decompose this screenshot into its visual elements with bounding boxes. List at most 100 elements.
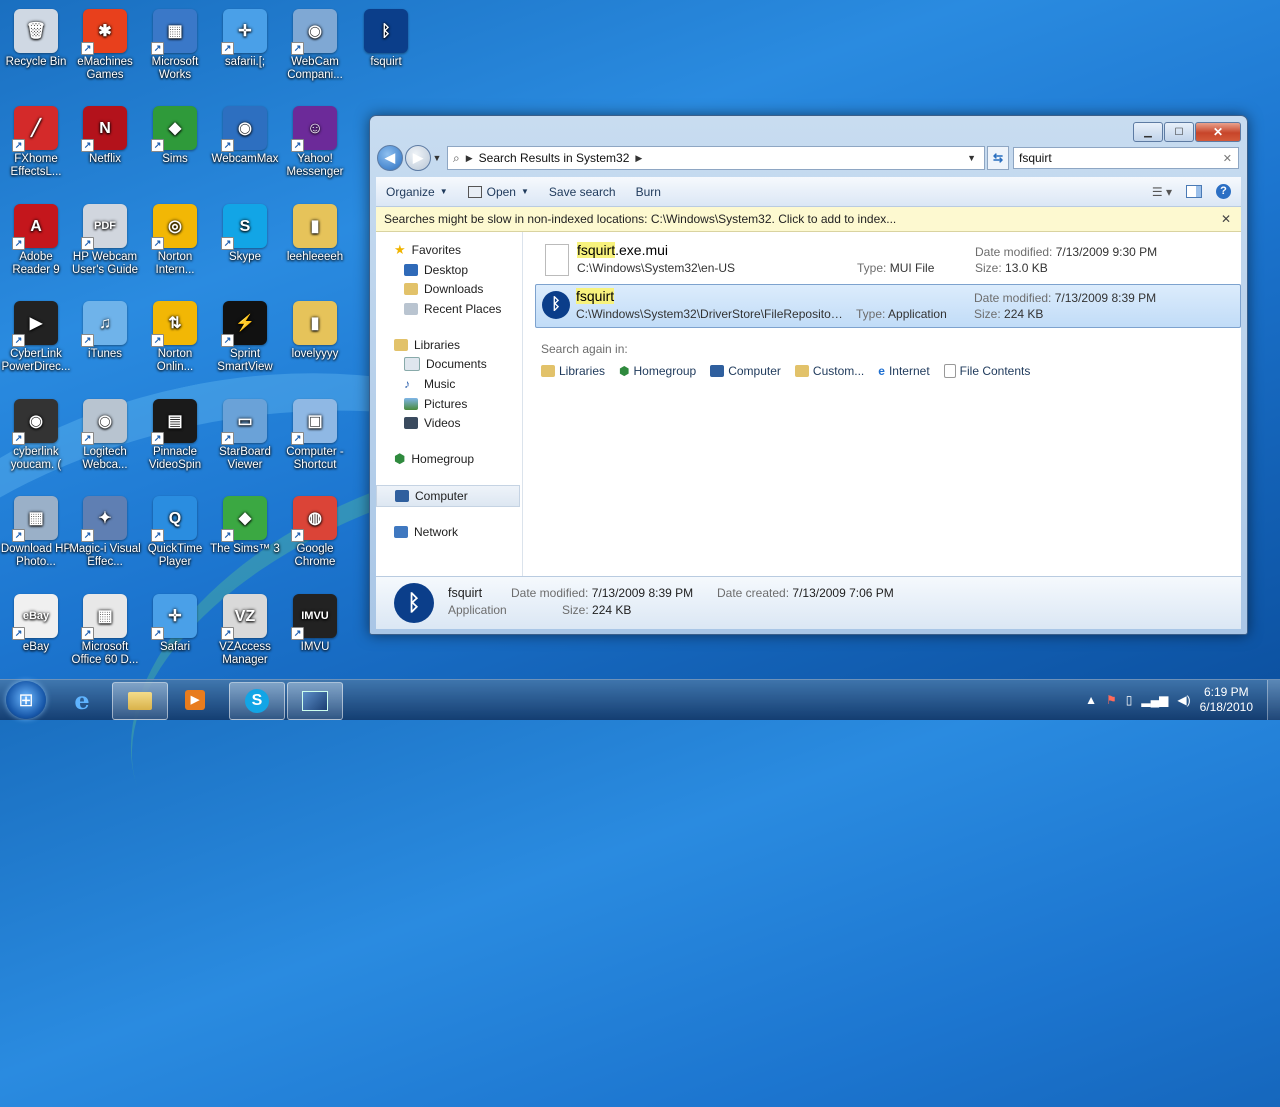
desktop-icon-item[interactable]: ✛ ↗ Safari [139, 590, 211, 654]
desktop-icon-item[interactable]: ▤ ↗ Pinnacle VideoSpin [139, 395, 211, 472]
desktop-icon-item[interactable]: ▦ ↗ Download HP Photo... [0, 492, 72, 569]
nav-desktop[interactable]: Desktop [376, 260, 522, 280]
clock[interactable]: 6:19 PM 6/18/2010 [1200, 685, 1253, 715]
burn-button[interactable]: Burn [626, 185, 671, 199]
desktop-icon-label: Sims [162, 153, 188, 165]
info-bar-text[interactable]: Searches might be slow in non-indexed lo… [384, 212, 896, 226]
nav-music[interactable]: ♪ Music [376, 374, 522, 394]
nav-videos[interactable]: Videos [376, 414, 522, 434]
desktop-icon-item[interactable]: PDF ↗ HP Webcam User's Guide [69, 200, 141, 277]
search-input[interactable]: fsquirt [1019, 151, 1052, 165]
desktop-icon-item[interactable]: S ↗ Skype [209, 200, 281, 264]
desktop-icon-item[interactable]: ◉ ↗ Logitech Webca... [69, 395, 141, 472]
microsoft-works-icon: ▦ ↗ [151, 9, 197, 55]
forward-button[interactable]: ▶ [405, 145, 431, 171]
desktop-icon-item[interactable]: ✛ ↗ safarii.[; [209, 5, 281, 69]
nav-network[interactable]: Network [376, 523, 522, 543]
documents-icon [404, 357, 420, 372]
close-info-bar-icon[interactable]: ✕ [1221, 212, 1231, 226]
desktop-icon-item[interactable]: ✱ ↗ eMachines Games [69, 5, 141, 82]
desktop-icon-item[interactable]: ◎ ↗ Norton Intern... [139, 200, 211, 277]
save-search-button[interactable]: Save search [539, 185, 626, 199]
desktop-icon-item[interactable]: ◉ ↗ WebCam Compani... [279, 5, 351, 82]
taskbar-internet-explorer[interactable]: e [55, 682, 109, 718]
taskbar-skype[interactable]: S [229, 682, 285, 720]
search-again-libraries[interactable]: Libraries [541, 364, 605, 378]
breadcrumb[interactable]: Search Results in System32 [479, 151, 630, 165]
action-center-icon[interactable]: ⚑ [1106, 693, 1117, 707]
desktop-icon-item[interactable]: ▣ ↗ Computer - Shortcut [279, 395, 351, 472]
taskbar-media-player[interactable]: ▶ [168, 682, 222, 718]
desktop-icon-item[interactable]: N ↗ Netflix [69, 102, 141, 166]
option-label: Computer [728, 364, 781, 378]
desktop-icon-item[interactable]: ✦ ↗ Magic-i Visual Effec... [69, 492, 141, 569]
taskbar-windows-explorer[interactable] [112, 682, 168, 720]
minimize-button[interactable]: ▁ [1133, 122, 1163, 142]
desktop-icon-item[interactable]: ⇅ ↗ Norton Onlin... [139, 297, 211, 374]
taskbar-starboard[interactable] [287, 682, 343, 720]
desktop-icon-item[interactable]: VZ ↗ VZAccess Manager [209, 590, 281, 667]
nav-documents[interactable]: Documents [376, 354, 522, 374]
desktop-icon-item[interactable]: ◉ ↗ cyberlink youcam. ( [0, 395, 72, 472]
desktop-icon-item[interactable]: ♫ ↗ iTunes [69, 297, 141, 361]
file-date-modified: Date modified: 7/13/2009 8:39 PM [974, 291, 1157, 305]
show-hidden-icons[interactable]: ▲ [1085, 693, 1097, 707]
address-dropdown-icon[interactable]: ▼ [967, 153, 976, 163]
nav-computer[interactable]: Computer [376, 484, 520, 507]
desktop-icon-item[interactable]: ⚡ ↗ Sprint SmartView [209, 297, 281, 374]
info-bar[interactable]: Searches might be slow in non-indexed lo… [376, 207, 1241, 232]
desktop-icon-item[interactable]: ☺ ↗ Yahoo! Messenger [279, 102, 351, 179]
chevron-right-icon[interactable]: ▶ [466, 153, 473, 164]
search-again-internet[interactable]: e Internet [878, 364, 929, 378]
show-desktop-button[interactable] [1267, 680, 1280, 720]
search-again-custom[interactable]: Custom... [794, 364, 864, 378]
desktop-icon-item[interactable]: ▭ ↗ StarBoard Viewer [209, 395, 281, 472]
recent-pages-dropdown[interactable]: ▼ [431, 153, 443, 163]
nav-downloads[interactable]: Downloads [376, 279, 522, 299]
nav-pictures[interactable]: Pictures [376, 394, 522, 414]
clear-search-icon[interactable]: ✕ [1223, 152, 1232, 165]
address-bar[interactable]: ⌕ ▶ Search Results in System32 ▶ ▼ [447, 146, 985, 170]
back-button[interactable]: ◀ [377, 145, 403, 171]
desktop-icon-item[interactable]: A ↗ Adobe Reader 9 [0, 200, 72, 277]
open-button[interactable]: Open ▼ [458, 185, 539, 199]
preview-pane-icon[interactable] [1186, 185, 1202, 198]
desktop-icon-item[interactable]: ◆ ↗ Sims [139, 102, 211, 166]
desktop-icon-item[interactable]: ▮ lovelyyyy [279, 297, 351, 361]
battery-icon[interactable]: ▯ [1126, 693, 1133, 707]
chevron-right-icon[interactable]: ▶ [635, 153, 642, 164]
view-options-icon[interactable]: ☰ ▾ [1152, 185, 1172, 199]
desktop-icon-item[interactable]: ◉ ↗ WebcamMax [209, 102, 281, 166]
desktop-icon-item[interactable]: ◆ ↗ The Sims™ 3 [209, 492, 281, 556]
result-row-selected[interactable]: ᛒ fsquirt C:\Windows\System32\DriverStor… [535, 284, 1241, 328]
help-icon[interactable]: ? [1216, 184, 1231, 199]
desktop-icon-item[interactable]: IMVU ↗ IMVU [279, 590, 351, 654]
close-button[interactable]: ✕ [1195, 122, 1241, 142]
start-button[interactable]: ⊞ [6, 681, 46, 719]
refresh-button[interactable]: ⇆ [987, 146, 1009, 170]
desktop-icon-item[interactable]: ᛒ fsquirt [350, 5, 422, 69]
desktop-icon-item[interactable]: ▦ ↗ Microsoft Office 60 D... [69, 590, 141, 667]
desktop-icon-item[interactable]: Q ↗ QuickTime Player [139, 492, 211, 569]
nav-libraries[interactable]: Libraries [376, 335, 522, 355]
search-again-file-contents[interactable]: File Contents [943, 364, 1030, 378]
nav-recent-places[interactable]: Recent Places [376, 299, 522, 319]
organize-button[interactable]: Organize ▼ [376, 185, 458, 199]
desktop-icon-item[interactable]: ▦ ↗ Microsoft Works [139, 5, 211, 82]
desktop-icon-item[interactable]: eBay ↗ eBay [0, 590, 72, 654]
maximize-button[interactable]: ☐ [1164, 122, 1194, 142]
network-signal-icon[interactable]: ▂▄▆ [1141, 693, 1168, 707]
desktop-icon-item[interactable]: ╱ ↗ FXhome EffectsL... [0, 102, 72, 179]
desktop-icon-item[interactable]: ▮ leehleeeeh [279, 200, 351, 264]
volume-icon[interactable]: ◀) [1177, 693, 1190, 707]
desktop-icon-item[interactable]: ▶ ↗ CyberLink PowerDirec... [0, 297, 72, 374]
result-row[interactable]: fsquirt.exe.mui C:\Windows\System32\en-U… [537, 239, 1241, 281]
nav-homegroup[interactable]: ⬢ Homegroup [376, 449, 522, 469]
search-box[interactable]: fsquirt ✕ [1013, 147, 1239, 169]
search-again-options: Libraries ⬢ Homegroup Computer Custom... … [541, 364, 1241, 378]
desktop-icon-item[interactable]: 🗑 Recycle Bin [0, 5, 72, 69]
desktop-icon-item[interactable]: ◍ ↗ Google Chrome [279, 492, 351, 569]
search-again-homegroup[interactable]: ⬢ Homegroup [619, 364, 696, 378]
nav-favorites[interactable]: ★ Favorites [376, 240, 522, 260]
search-again-computer[interactable]: Computer [710, 364, 781, 378]
